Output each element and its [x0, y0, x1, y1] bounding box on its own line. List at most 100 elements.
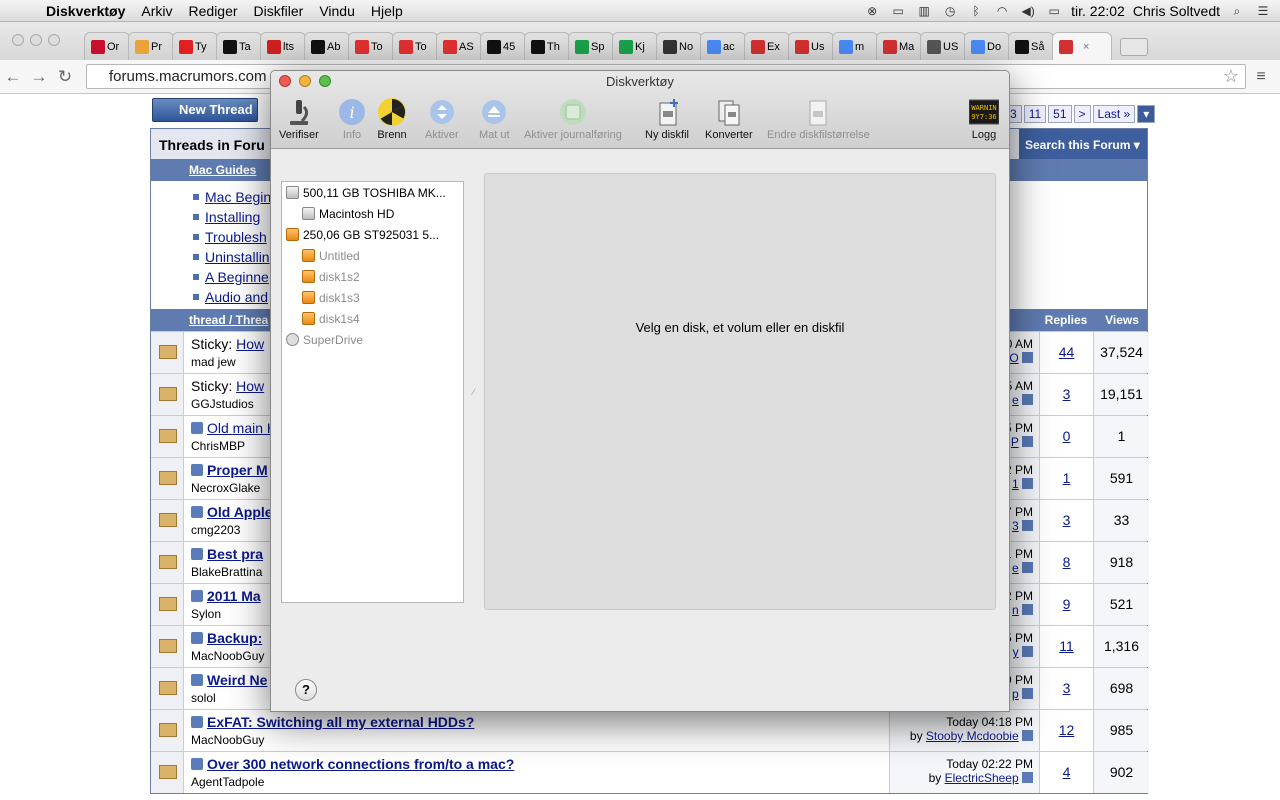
disk-list-item[interactable]: disk1s2 — [282, 266, 463, 287]
reload-icon[interactable]: ↻ — [52, 67, 78, 87]
browser-tab[interactable]: Us — [788, 32, 834, 60]
thread-link[interactable]: How — [236, 336, 264, 352]
browser-tab[interactable]: Th — [524, 32, 570, 60]
disk-list-item[interactable]: SuperDrive — [282, 329, 463, 350]
replies-count[interactable]: 4 — [1039, 752, 1093, 793]
last-post-author[interactable]: n — [1012, 603, 1019, 617]
replies-count[interactable]: 0 — [1039, 416, 1093, 457]
thread-author[interactable]: MacNoobGuy — [191, 649, 264, 663]
browser-tab[interactable]: Sp — [568, 32, 614, 60]
last-post-author[interactable]: y — [1013, 645, 1019, 659]
volume-icon[interactable]: ◀) — [1019, 4, 1037, 18]
page-link[interactable]: 51 — [1048, 105, 1072, 123]
bookmark-star-icon[interactable]: ☆ — [1223, 66, 1239, 87]
thread-author[interactable]: BlakeBrattina — [191, 565, 262, 579]
browser-tab[interactable]: Så — [1008, 32, 1054, 60]
menu-extra-icon[interactable]: ▭ — [889, 4, 907, 18]
go-to-last-post-icon[interactable] — [1022, 520, 1033, 531]
browser-tab[interactable]: Or — [84, 32, 130, 60]
go-to-last-post-icon[interactable] — [1022, 772, 1033, 783]
browser-tab[interactable]: ac — [700, 32, 746, 60]
eject-button[interactable]: Mat ut — [479, 97, 510, 141]
last-post-author[interactable]: P — [1011, 435, 1019, 449]
go-to-last-post-icon[interactable] — [1022, 478, 1033, 489]
replies-count[interactable]: 44 — [1039, 332, 1093, 373]
new-tab-button[interactable] — [1120, 38, 1148, 56]
browser-tab[interactable]: 45 — [480, 32, 526, 60]
thread-link[interactable]: Best pra — [207, 546, 263, 562]
thread-author[interactable]: cmg2203 — [191, 523, 240, 537]
thread-link[interactable]: Over 300 network connections from/to a m… — [207, 756, 514, 772]
browser-tab[interactable]: × — [1052, 32, 1112, 60]
sync-icon[interactable]: ⊗ — [863, 4, 881, 18]
disk-list-item[interactable]: disk1s4 — [282, 308, 463, 329]
browser-tab[interactable]: Do — [964, 32, 1010, 60]
info-button[interactable]: i Info — [337, 97, 367, 141]
menu-diskfiler[interactable]: Diskfiler — [246, 3, 312, 19]
battery-icon[interactable]: ▭ — [1045, 4, 1063, 18]
thread-link[interactable]: Backup: — [207, 630, 262, 646]
enable-journaling-button[interactable]: Aktiver journalføring — [524, 97, 622, 141]
thread-author[interactable]: NecroxGlake — [191, 481, 260, 495]
page-last[interactable]: Last » — [1092, 105, 1136, 123]
thread-link[interactable]: 2011 Ma — [207, 588, 261, 604]
browser-tab[interactable]: Ma — [876, 32, 922, 60]
replies-count[interactable]: 12 — [1039, 710, 1093, 751]
log-button[interactable]: WARNIN 9Y7:36 Logg — [969, 97, 999, 141]
replies-count[interactable]: 3 — [1039, 500, 1093, 541]
activity-icon[interactable]: ▥ — [915, 4, 933, 18]
go-to-last-post-icon[interactable] — [1022, 436, 1033, 447]
menu-vindu[interactable]: Vindu — [311, 3, 363, 19]
thread-author[interactable]: Sylon — [191, 607, 221, 621]
browser-tab[interactable]: Ab — [304, 32, 350, 60]
menu-hjelp[interactable]: Hjelp — [363, 3, 411, 19]
disk-list-item[interactable]: 500,11 GB TOSHIBA MK... — [282, 182, 463, 203]
user-name[interactable]: Chris Soltvedt — [1133, 3, 1220, 19]
sort-thread[interactable]: thread / Threa — [189, 313, 268, 327]
thread-author[interactable]: AgentTadpole — [191, 775, 264, 789]
replies-count[interactable]: 9 — [1039, 584, 1093, 625]
browser-tab[interactable]: US — [920, 32, 966, 60]
verify-button[interactable]: Verifiser — [279, 97, 319, 141]
browser-tab[interactable]: To — [348, 32, 394, 60]
resize-image-button[interactable]: Endre diskfilstørrelse — [767, 97, 870, 141]
page-next[interactable]: > — [1073, 105, 1091, 123]
disk-list-item[interactable]: Macintosh HD — [282, 203, 463, 224]
browser-tab[interactable]: Ex — [744, 32, 790, 60]
thread-author[interactable]: GGJstudios — [191, 397, 254, 411]
browser-close-button[interactable] — [12, 34, 24, 46]
menu-rediger[interactable]: Rediger — [181, 3, 246, 19]
disk-list-item[interactable]: Untitled — [282, 245, 463, 266]
new-image-button[interactable]: Ny diskfil — [645, 97, 689, 141]
search-forum-button[interactable]: Search this Forum ▾ — [1019, 129, 1147, 159]
browser-tab[interactable]: Pr — [128, 32, 174, 60]
thread-author[interactable]: ChrisMBP — [191, 439, 245, 453]
burn-button[interactable]: Brenn — [377, 97, 407, 141]
thread-author[interactable]: solol — [191, 691, 216, 705]
disk-list-item[interactable]: disk1s3 — [282, 287, 463, 308]
sort-views[interactable]: Views — [1095, 313, 1149, 327]
browser-zoom-button[interactable] — [48, 34, 60, 46]
back-icon[interactable]: ← — [0, 67, 26, 87]
browser-tab[interactable]: Kj — [612, 32, 658, 60]
go-to-last-post-icon[interactable] — [1022, 730, 1033, 741]
last-post-author[interactable]: ElectricSheep — [945, 771, 1019, 785]
last-post-author[interactable]: O — [1009, 351, 1018, 365]
go-to-last-post-icon[interactable] — [1022, 394, 1033, 405]
go-to-last-post-icon[interactable] — [1022, 352, 1033, 363]
wifi-icon[interactable]: ◠ — [993, 4, 1011, 18]
thread-author[interactable]: MacNoobGuy — [191, 733, 264, 747]
page-link[interactable]: 11 — [1023, 105, 1047, 123]
go-to-last-post-icon[interactable] — [1022, 688, 1033, 699]
browser-tab[interactable]: Ta — [216, 32, 262, 60]
sort-replies[interactable]: Replies — [1039, 313, 1093, 327]
browser-tab[interactable]: Ty — [172, 32, 218, 60]
browser-tab[interactable]: lts — [260, 32, 306, 60]
thread-link[interactable]: How — [236, 378, 264, 394]
browser-tab[interactable]: m — [832, 32, 878, 60]
thread-link[interactable]: ExFAT: Switching all my external HDDs? — [207, 714, 474, 730]
go-to-last-post-icon[interactable] — [1022, 646, 1033, 657]
browser-tab[interactable]: No — [656, 32, 702, 60]
thread-author[interactable]: mad jew — [191, 355, 236, 369]
convert-button[interactable]: Konverter — [705, 97, 753, 141]
